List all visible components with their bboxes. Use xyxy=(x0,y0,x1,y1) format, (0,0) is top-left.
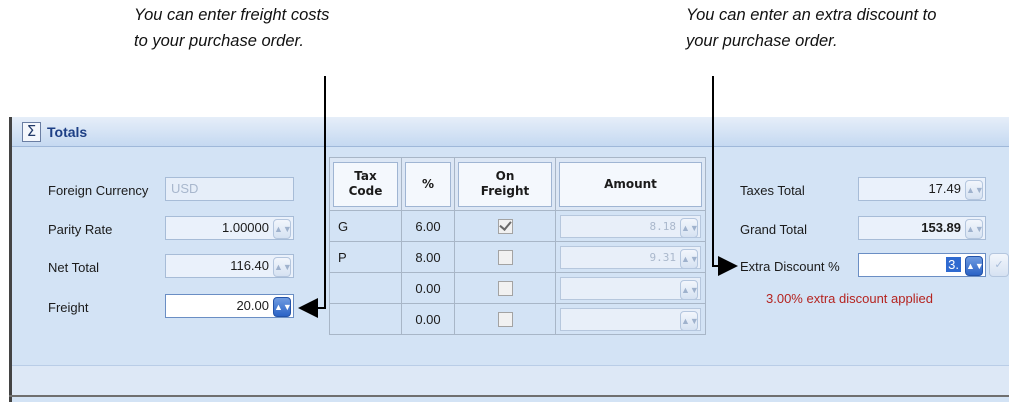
amount-value: 8.18 xyxy=(649,219,677,233)
extra-discount-value: 3. xyxy=(946,257,961,272)
grand-total-label: Grand Total xyxy=(740,222,807,237)
panel-title: Totals xyxy=(47,123,88,140)
percent-header[interactable]: % xyxy=(405,161,451,207)
net-total-label: Net Total xyxy=(48,260,100,275)
amount-field: 8.18 ▲▼ xyxy=(560,214,701,238)
on-freight-header[interactable]: On Freight xyxy=(458,161,552,207)
sigma-icon: Σ xyxy=(22,121,41,142)
tax-code-cell[interactable] xyxy=(329,303,402,335)
apply-discount-check-icon[interactable]: ✓ xyxy=(989,253,1009,277)
foreign-currency-label: Foreign Currency xyxy=(48,183,149,198)
taxes-total-value: 17.49 xyxy=(928,181,961,196)
panel-bottom-edge xyxy=(9,395,1009,397)
foreign-currency-field: USD xyxy=(165,177,294,201)
percent-cell[interactable]: 0.00 xyxy=(401,303,455,335)
parity-rate-value: 1.00000 xyxy=(222,220,269,235)
percent-cell[interactable]: 0.00 xyxy=(401,272,455,304)
amount-spinner-icon: ▲▼ xyxy=(680,310,699,331)
freight-callout: You can enter freight costs to your purc… xyxy=(134,6,330,50)
taxes-total-field: 17.49 ▲▼ xyxy=(858,177,986,201)
table-row: 0.00 ▲▼ xyxy=(329,303,706,335)
freight-value: 20.00 xyxy=(236,298,269,313)
parity-rate-spinner-icon[interactable]: ▲▼ xyxy=(273,219,292,239)
tax-code-cell[interactable] xyxy=(329,272,402,304)
panel-edge xyxy=(9,117,12,402)
freight-spinner-icon[interactable]: ▲▼ xyxy=(273,297,292,317)
parity-rate-label: Parity Rate xyxy=(48,222,113,237)
on-freight-checkbox[interactable] xyxy=(497,281,513,297)
table-row: P 8.00 9.31 ▲▼ xyxy=(329,241,706,273)
grand-total-field: 153.89 ▲▼ xyxy=(858,216,986,240)
net-total-value: 116.40 xyxy=(230,258,269,273)
tax-table: Tax Code % On Freight Amount G 6.00 8.18… xyxy=(329,157,706,335)
panel-footer xyxy=(12,365,1009,396)
amount-spinner-icon: ▲▼ xyxy=(680,248,699,269)
table-row: G 6.00 8.18 ▲▼ xyxy=(329,210,706,242)
extra-discount-spinner-icon[interactable]: ▲▼ xyxy=(965,256,984,276)
percent-cell[interactable]: 6.00 xyxy=(401,210,455,242)
amount-field: 9.31 ▲▼ xyxy=(560,245,701,269)
on-freight-checkbox[interactable] xyxy=(497,312,513,328)
tax-code-header[interactable]: Tax Code xyxy=(333,161,398,207)
on-freight-checkbox[interactable] xyxy=(497,219,513,235)
foreign-currency-value: USD xyxy=(171,181,199,196)
amount-value: 9.31 xyxy=(649,250,677,264)
parity-rate-field[interactable]: 1.00000 ▲▼ xyxy=(165,216,294,240)
amount-spinner-icon: ▲▼ xyxy=(680,217,699,238)
grand-total-value: 153.89 xyxy=(921,220,961,235)
freight-label: Freight xyxy=(48,300,89,315)
extra-discount-field[interactable]: 3. ▲▼ xyxy=(858,253,986,277)
amount-field: ▲▼ xyxy=(560,276,701,300)
freight-field[interactable]: 20.00 ▲▼ xyxy=(165,294,294,318)
on-freight-checkbox[interactable] xyxy=(497,250,513,266)
discount-applied-note: 3.00% extra discount applied xyxy=(766,291,933,306)
taxes-total-spinner-icon: ▲▼ xyxy=(965,180,984,200)
amount-header[interactable]: Amount xyxy=(559,161,702,207)
amount-spinner-icon: ▲▼ xyxy=(680,279,699,300)
amount-field: ▲▼ xyxy=(560,307,701,331)
tax-code-cell[interactable]: P xyxy=(329,241,402,273)
taxes-total-label: Taxes Total xyxy=(740,183,805,198)
table-row: 0.00 ▲▼ xyxy=(329,272,706,304)
net-total-spinner-icon: ▲▼ xyxy=(273,257,292,277)
discount-callout: You can enter an extra discount to your … xyxy=(686,6,937,50)
grand-total-spinner-icon: ▲▼ xyxy=(965,219,984,239)
net-total-field: 116.40 ▲▼ xyxy=(165,254,294,278)
tax-code-cell[interactable]: G xyxy=(329,210,402,242)
extra-discount-label: Extra Discount % xyxy=(740,259,840,274)
panel-header: Σ Totals xyxy=(12,117,1009,147)
percent-cell[interactable]: 8.00 xyxy=(401,241,455,273)
